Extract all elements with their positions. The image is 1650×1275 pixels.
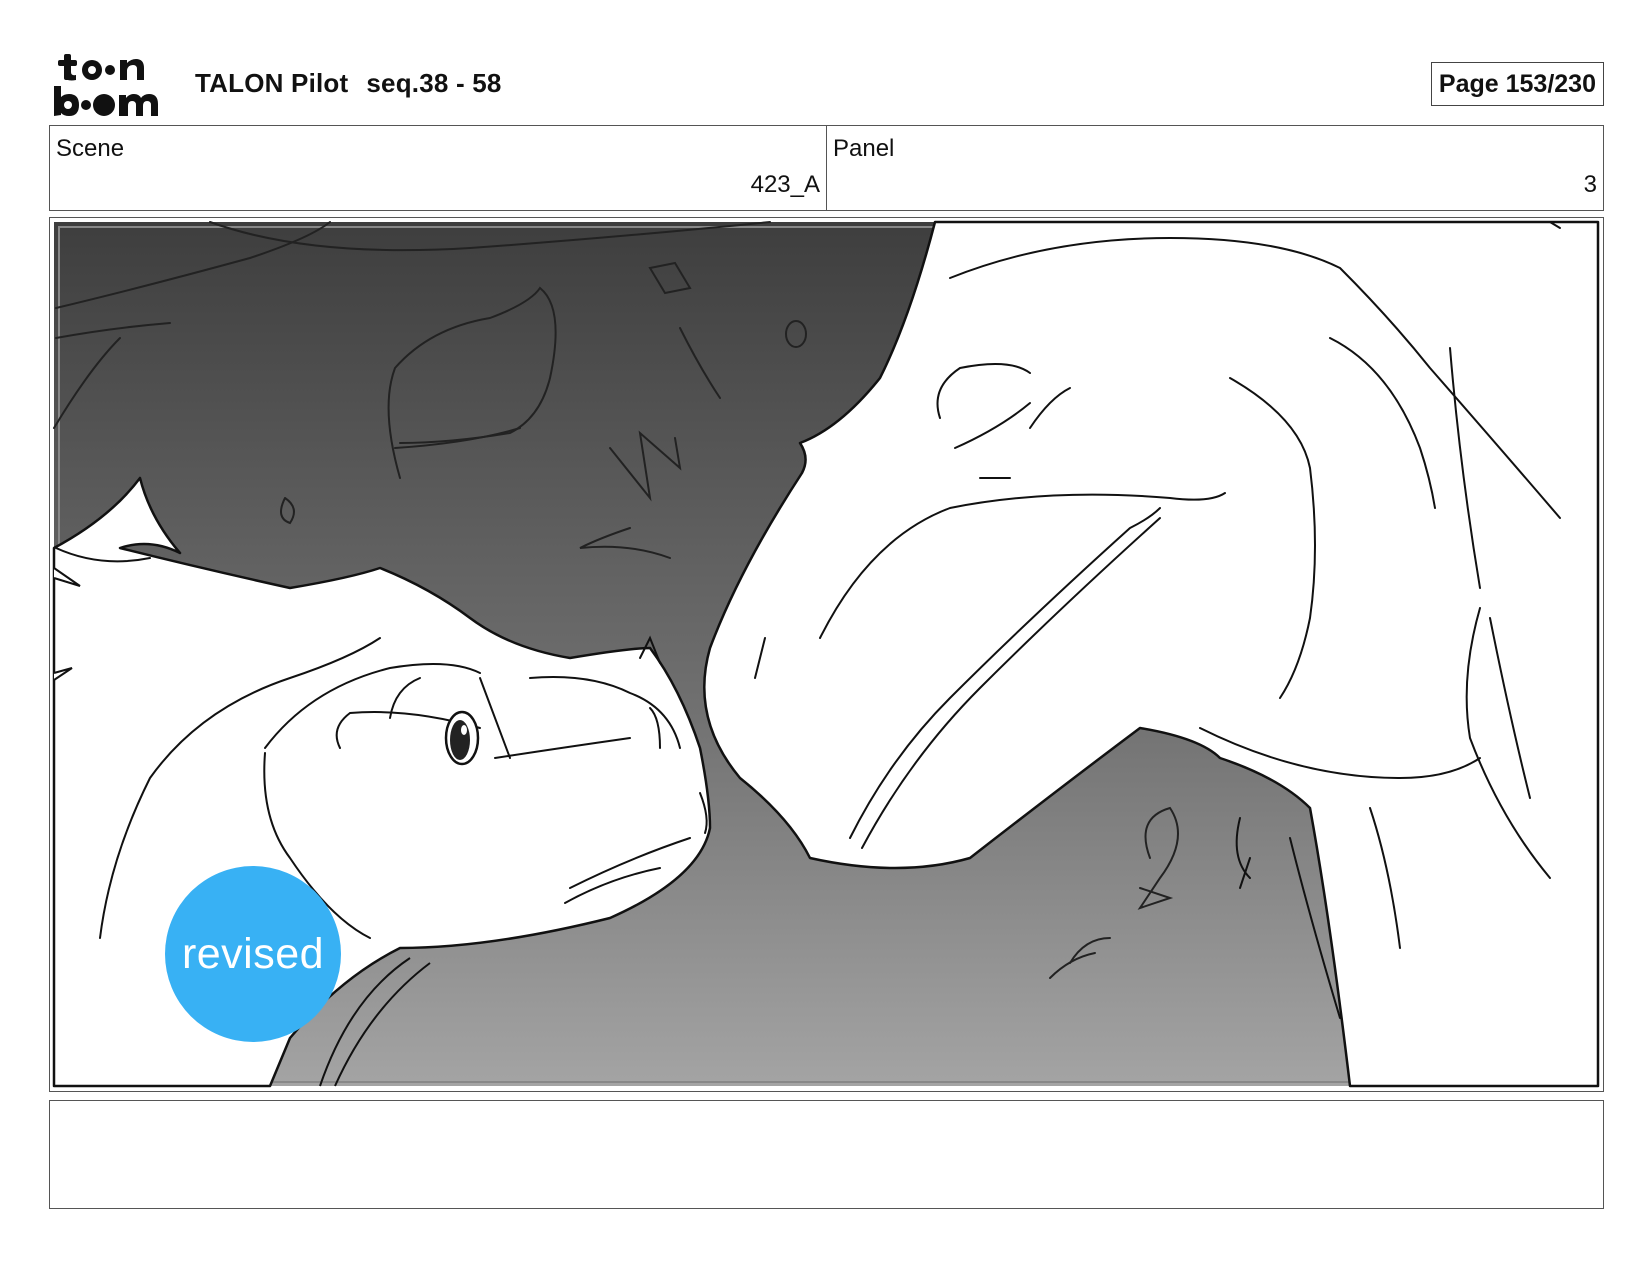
toon-boom-logo-icon [52, 50, 172, 118]
scene-panel-info: Scene 423_A Panel 3 [49, 125, 1604, 211]
panel-value: 3 [1583, 171, 1597, 198]
revised-badge: revised [165, 866, 341, 1042]
sequence-label: seq.38 - 58 [366, 68, 502, 98]
panel-notes-box [49, 1100, 1604, 1209]
scene-label: Scene [56, 135, 125, 162]
scene-cell: Scene 423_A [50, 126, 826, 210]
header-title: TALON Pilot seq.38 - 58 [195, 68, 502, 99]
panel-label: Panel [833, 135, 895, 162]
page-number: Page 153/230 [1430, 62, 1604, 106]
scene-value: 423_A [750, 171, 820, 198]
project-title: TALON Pilot [195, 68, 349, 98]
panel-cell: Panel 3 [826, 126, 1603, 210]
